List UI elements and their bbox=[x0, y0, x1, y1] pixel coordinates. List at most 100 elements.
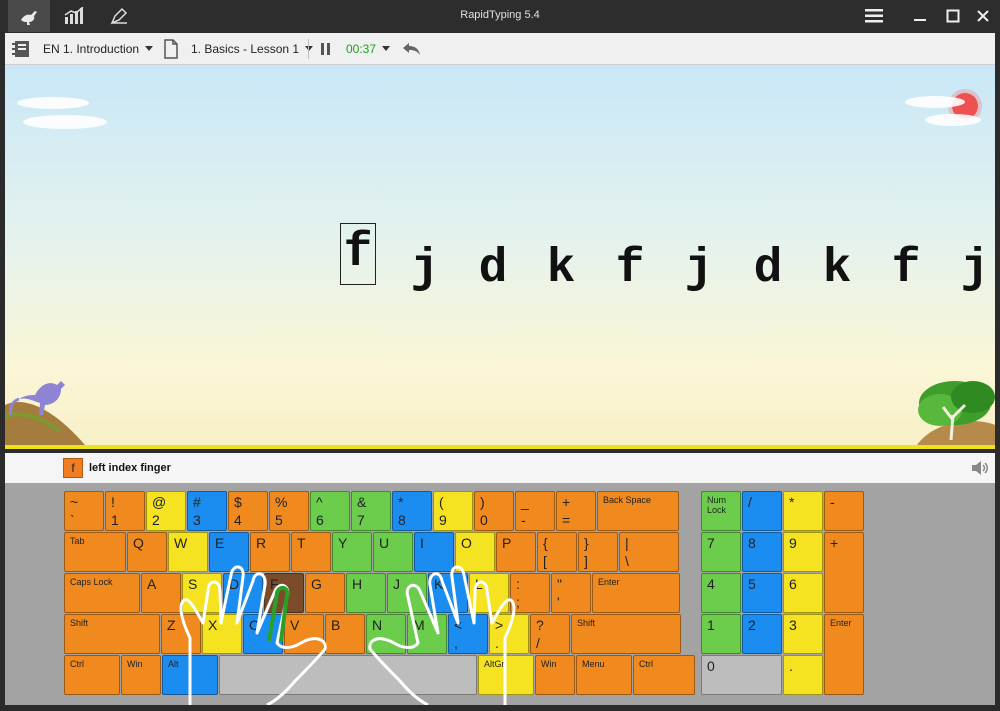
key-back-space[interactable]: Back Space bbox=[597, 491, 679, 531]
sound-toggle-button[interactable] bbox=[971, 460, 989, 481]
key-caps-lock[interactable]: Caps Lock bbox=[64, 573, 140, 613]
close-button[interactable] bbox=[966, 0, 1000, 32]
numpad-key--[interactable]: + bbox=[824, 532, 864, 613]
key-p[interactable]: P bbox=[496, 532, 536, 572]
key-label: @ bbox=[152, 494, 167, 510]
key--[interactable]: * 8 bbox=[392, 491, 432, 531]
key-tab[interactable]: Tab bbox=[64, 532, 126, 572]
key-altgr[interactable]: AltGr bbox=[478, 655, 534, 695]
numpad-key-enter[interactable]: Enter bbox=[824, 614, 864, 695]
timer-selector[interactable]: 00:37 bbox=[346, 33, 391, 64]
key-k[interactable]: K bbox=[428, 573, 468, 613]
key-label: G bbox=[311, 576, 322, 592]
numpad-key--[interactable]: . bbox=[783, 655, 823, 695]
key--[interactable]: <, bbox=[448, 614, 488, 654]
restart-button[interactable] bbox=[401, 33, 421, 64]
numpad-key-num-lock[interactable]: Num Lock bbox=[701, 491, 741, 531]
key-r[interactable]: R bbox=[250, 532, 290, 572]
key-a[interactable]: A bbox=[141, 573, 181, 613]
key--[interactable]: {[ bbox=[537, 532, 577, 572]
key-u[interactable]: U bbox=[373, 532, 413, 572]
key-shift[interactable]: Shift bbox=[64, 614, 160, 654]
key-label: X bbox=[208, 617, 218, 633]
key-enter[interactable]: Enter bbox=[592, 573, 680, 613]
key-o[interactable]: O bbox=[455, 532, 495, 572]
key-m[interactable]: M bbox=[407, 614, 447, 654]
numpad-key-6[interactable]: 6 bbox=[783, 573, 823, 613]
key--[interactable]: ) 0 bbox=[474, 491, 514, 531]
key-f[interactable]: F bbox=[264, 573, 304, 613]
key-shift[interactable]: Shift bbox=[571, 614, 681, 654]
key-sublabel: ] bbox=[584, 553, 588, 569]
numpad-key--[interactable]: / bbox=[742, 491, 782, 531]
key-space[interactable] bbox=[219, 655, 477, 695]
key--[interactable]: >. bbox=[489, 614, 529, 654]
key-g[interactable]: G bbox=[305, 573, 345, 613]
key-s[interactable]: S bbox=[182, 573, 222, 613]
key--[interactable]: ^ 6 bbox=[310, 491, 350, 531]
key-menu[interactable]: Menu bbox=[576, 655, 632, 695]
key-j[interactable]: J bbox=[387, 573, 427, 613]
key--[interactable]: ! 1 bbox=[105, 491, 145, 531]
exercise-character: j bbox=[410, 242, 440, 296]
maximize-icon bbox=[946, 9, 960, 23]
numpad-key-4[interactable]: 4 bbox=[701, 573, 741, 613]
key--[interactable]: + = bbox=[556, 491, 596, 531]
key-ctrl[interactable]: Ctrl bbox=[633, 655, 695, 695]
key-x[interactable]: X bbox=[202, 614, 242, 654]
key-e[interactable]: E bbox=[209, 532, 249, 572]
key-sublabel: 6 bbox=[316, 512, 324, 528]
key--[interactable]: & 7 bbox=[351, 491, 391, 531]
key-z[interactable]: Z bbox=[161, 614, 201, 654]
key-win[interactable]: Win bbox=[121, 655, 161, 695]
numpad-key--[interactable]: - bbox=[824, 491, 864, 531]
key-ctrl[interactable]: Ctrl bbox=[64, 655, 120, 695]
key--[interactable]: ? / bbox=[530, 614, 570, 654]
key-w[interactable]: W bbox=[168, 532, 208, 572]
key--[interactable]: }] bbox=[578, 532, 618, 572]
key-y[interactable]: Y bbox=[332, 532, 372, 572]
key--[interactable]: ~ ` bbox=[64, 491, 104, 531]
key--[interactable]: (9 bbox=[433, 491, 473, 531]
key--[interactable]: :; bbox=[510, 573, 550, 613]
numpad-key-0[interactable]: 0 bbox=[701, 655, 782, 695]
key-h[interactable]: H bbox=[346, 573, 386, 613]
numpad-key-7[interactable]: 7 bbox=[701, 532, 741, 572]
key-t[interactable]: T bbox=[291, 532, 331, 572]
key-d[interactable]: D bbox=[223, 573, 263, 613]
key--[interactable]: | \ bbox=[619, 532, 679, 572]
numpad-key-1[interactable]: 1 bbox=[701, 614, 741, 654]
numpad-key--[interactable]: * bbox=[783, 491, 823, 531]
numpad-key-2[interactable]: 2 bbox=[742, 614, 782, 654]
key-win[interactable]: Win bbox=[535, 655, 575, 695]
numpad-key-8[interactable]: 8 bbox=[742, 532, 782, 572]
key-c[interactable]: C bbox=[243, 614, 283, 654]
exercise-character: j bbox=[960, 242, 990, 296]
numpad-key-9[interactable]: 9 bbox=[783, 532, 823, 572]
key--[interactable]: #3 bbox=[187, 491, 227, 531]
key-l[interactable]: L bbox=[469, 573, 509, 613]
numpad-key-3[interactable]: 3 bbox=[783, 614, 823, 654]
key--[interactable]: % 5 bbox=[269, 491, 309, 531]
key--[interactable]: @2 bbox=[146, 491, 186, 531]
key-sublabel: 7 bbox=[357, 512, 365, 528]
minimize-button[interactable] bbox=[903, 0, 937, 32]
pause-button[interactable] bbox=[320, 33, 332, 64]
key-label: Y bbox=[338, 535, 348, 551]
key-i[interactable]: I bbox=[414, 532, 454, 572]
key--[interactable]: $4 bbox=[228, 491, 268, 531]
numpad-key-5[interactable]: 5 bbox=[742, 573, 782, 613]
key--[interactable]: " ' bbox=[551, 573, 591, 613]
menu-button[interactable] bbox=[857, 0, 891, 32]
key-n[interactable]: N bbox=[366, 614, 406, 654]
key-v[interactable]: V bbox=[284, 614, 324, 654]
key--[interactable]: _ - bbox=[515, 491, 555, 531]
timer-value: 00:37 bbox=[346, 41, 377, 56]
key-q[interactable]: Q bbox=[127, 532, 167, 572]
maximize-button[interactable] bbox=[936, 0, 970, 32]
key-alt[interactable]: Alt bbox=[162, 655, 218, 695]
key-label: * bbox=[398, 494, 404, 510]
course-selector[interactable]: EN 1. Introduction bbox=[11, 33, 154, 64]
lesson-selector[interactable]: 1. Basics - Lesson 1 bbox=[163, 33, 314, 64]
key-b[interactable]: B bbox=[325, 614, 365, 654]
